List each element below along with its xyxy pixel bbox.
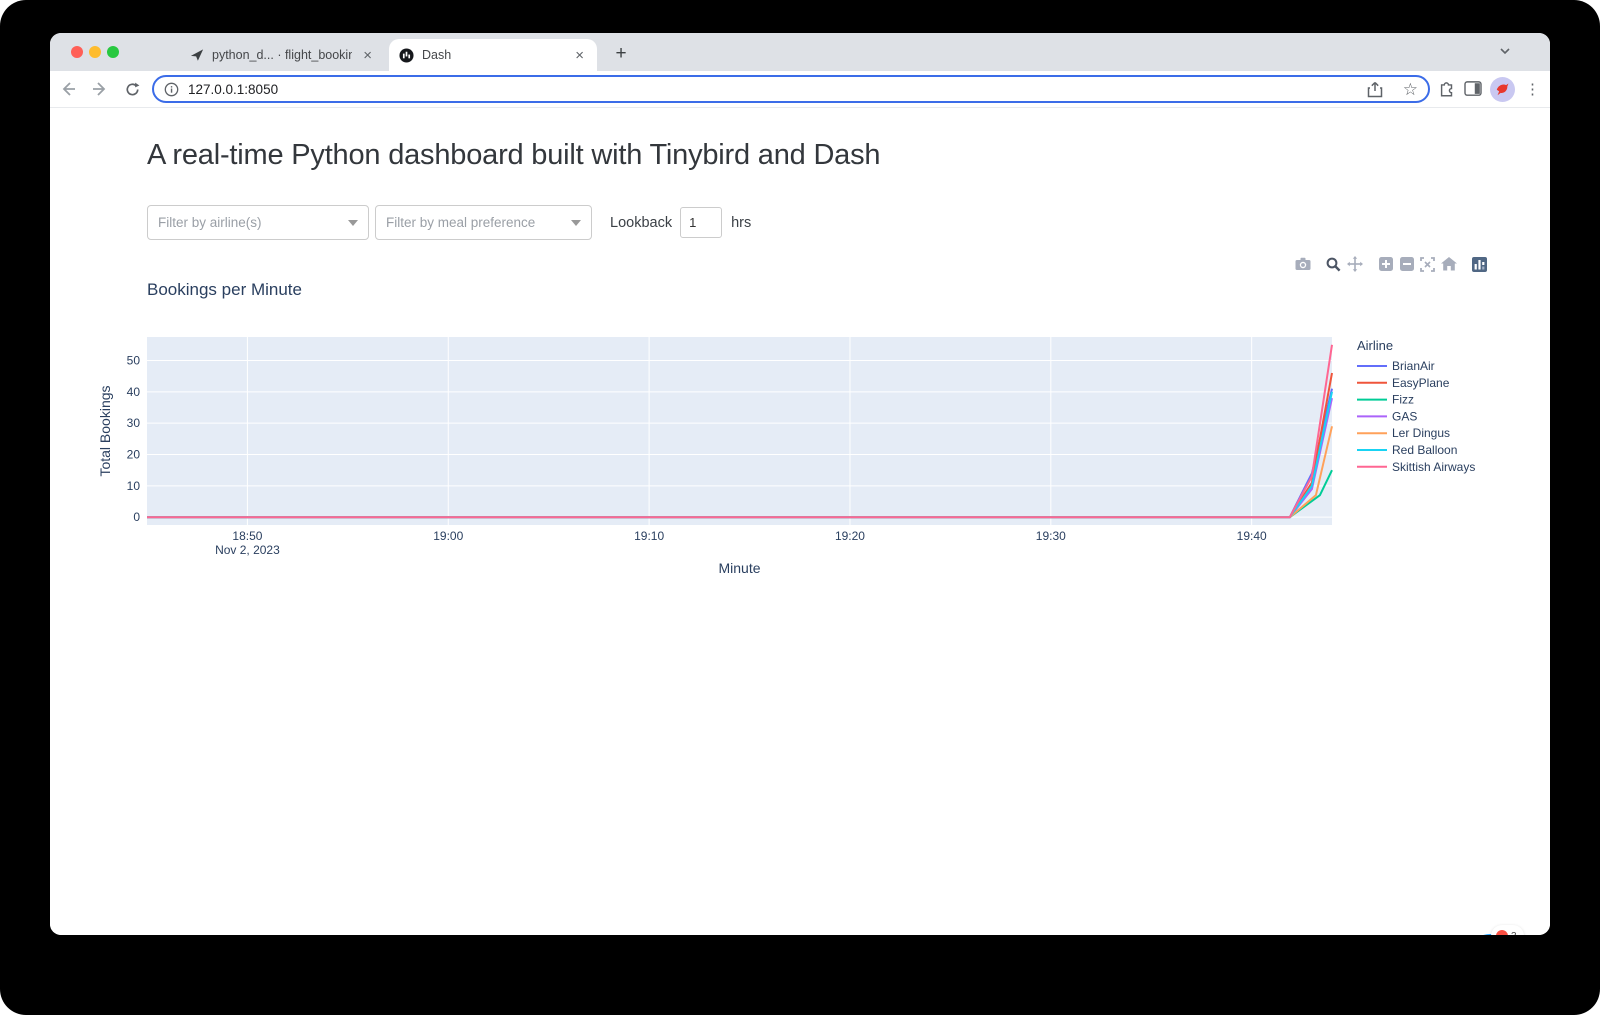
camera-icon[interactable]	[1292, 255, 1313, 273]
plotly-modebar	[1282, 255, 1490, 273]
error-dot-icon	[1496, 930, 1508, 935]
close-tab-icon[interactable]: ×	[572, 47, 587, 64]
y-tick-label: 20	[127, 448, 141, 462]
zoom-in-icon[interactable]	[1375, 255, 1396, 273]
side-panel-icon[interactable]	[1464, 81, 1482, 97]
lookback-label: Lookback	[610, 215, 672, 231]
legend-label: Skittish Airways	[1392, 460, 1475, 474]
legend-item-fizz[interactable]: Fizz	[1357, 393, 1414, 407]
browser-window: python_d... · flight_bookings_ × Dash × …	[50, 33, 1550, 935]
y-tick-label: 50	[127, 354, 141, 368]
x-tick-sublabel: Nov 2, 2023	[215, 543, 280, 557]
x-axis-title: Minute	[718, 560, 760, 576]
legend-item-red-balloon[interactable]: Red Balloon	[1357, 443, 1457, 457]
legend-label: BrianAir	[1392, 359, 1435, 373]
tab-title: python_d... · flight_bookings_	[212, 48, 352, 62]
reload-button[interactable]	[118, 75, 146, 103]
forward-icon	[91, 80, 109, 98]
debug-error-badge[interactable]: 3	[1491, 925, 1524, 935]
bookings-line-chart: 18:50Nov 2, 2023 19:00 19:10 19:20 19:30 19:4…	[90, 330, 1500, 590]
close-tab-icon[interactable]: ×	[360, 47, 375, 64]
chevron-down-icon[interactable]	[1498, 44, 1512, 58]
legend-label: GAS	[1392, 409, 1417, 423]
zoom-out-icon[interactable]	[1396, 255, 1417, 273]
legend-label: Red Balloon	[1392, 443, 1457, 457]
zoom-icon[interactable]	[1323, 255, 1344, 273]
x-tick-label: 19:20	[835, 529, 865, 543]
tab-flight-bookings[interactable]: python_d... · flight_bookings_ ×	[180, 39, 385, 71]
share-icon[interactable]	[1367, 81, 1383, 98]
filter-row: Filter by airline(s) Filter by meal pref…	[147, 205, 751, 240]
x-tick-label: 19:40	[1237, 529, 1267, 543]
profile-avatar[interactable]	[1490, 77, 1515, 102]
legend-item-easyplane[interactable]: EasyPlane	[1357, 376, 1450, 390]
airline-filter-dropdown[interactable]: Filter by airline(s)	[147, 205, 369, 240]
browser-toolbar: 127.0.0.1:8050 ☆ ⋮	[50, 71, 1550, 108]
legend-item-gas[interactable]: GAS	[1357, 409, 1417, 423]
tab-title: Dash	[422, 48, 564, 62]
airline-filter-placeholder: Filter by airline(s)	[158, 215, 348, 230]
y-axis-title: Total Bookings	[97, 385, 113, 476]
close-window-button[interactable]	[71, 46, 83, 58]
zoom-window-button[interactable]	[107, 46, 119, 58]
forward-button[interactable]	[86, 75, 114, 103]
y-tick-label: 40	[127, 385, 141, 399]
tab-dash[interactable]: Dash ×	[389, 39, 597, 71]
meal-filter-placeholder: Filter by meal preference	[386, 215, 571, 230]
url-text[interactable]: 127.0.0.1:8050	[188, 82, 1367, 97]
paper-plane-icon	[190, 48, 204, 62]
pan-icon[interactable]	[1344, 255, 1365, 273]
reset-axes-icon[interactable]	[1438, 255, 1459, 273]
x-tick-label: 19:10	[634, 529, 664, 543]
meal-filter-dropdown[interactable]: Filter by meal preference	[375, 205, 592, 240]
legend-item-skittish-airways[interactable]: Skittish Airways	[1357, 460, 1475, 474]
lookback-unit-label: hrs	[731, 215, 751, 231]
address-bar[interactable]: 127.0.0.1:8050 ☆	[152, 75, 1430, 103]
legend-title: Airline	[1357, 338, 1393, 353]
chart-title: Bookings per Minute	[147, 280, 302, 300]
tinybird-icon	[1495, 82, 1511, 96]
chevron-down-icon	[571, 220, 581, 226]
chevron-down-icon	[348, 220, 358, 226]
lookback-input[interactable]	[680, 207, 722, 238]
plot-area[interactable]	[147, 337, 1332, 525]
x-tick-label: 19:00	[433, 529, 463, 543]
y-tick-label: 0	[133, 510, 140, 524]
error-count: 3	[1511, 931, 1517, 936]
back-button[interactable]	[54, 75, 82, 103]
page-title: A real-time Python dashboard built with …	[147, 139, 880, 172]
legend-label: Fizz	[1392, 393, 1414, 407]
back-icon	[59, 80, 77, 98]
screenshot-frame: python_d... · flight_bookings_ × Dash × …	[0, 0, 1600, 1015]
new-tab-button[interactable]: +	[608, 41, 634, 67]
x-tick-label: 19:30	[1036, 529, 1066, 543]
site-info-icon[interactable]	[164, 82, 179, 97]
legend-label: EasyPlane	[1392, 376, 1450, 390]
minimize-window-button[interactable]	[89, 46, 101, 58]
extensions-icon[interactable]	[1438, 80, 1456, 98]
y-tick-label: 10	[127, 479, 141, 493]
x-tick-label: 18:50	[232, 529, 262, 543]
plotly-logo-icon[interactable]	[1469, 255, 1490, 273]
legend-label: Ler Dingus	[1392, 426, 1450, 440]
tab-strip: python_d... · flight_bookings_ × Dash × …	[50, 33, 1550, 71]
menu-icon[interactable]: ⋮	[1525, 80, 1540, 98]
legend-item-ler-dingus[interactable]: Ler Dingus	[1357, 426, 1450, 440]
y-tick-label: 30	[127, 416, 141, 430]
legend-item-brianair[interactable]: BrianAir	[1357, 359, 1435, 373]
dash-app-content: A real-time Python dashboard built with …	[50, 108, 1550, 935]
autoscale-icon[interactable]	[1417, 255, 1438, 273]
dash-logo-icon	[399, 48, 414, 63]
reload-icon	[124, 81, 141, 98]
bookmark-star-icon[interactable]: ☆	[1403, 81, 1418, 98]
